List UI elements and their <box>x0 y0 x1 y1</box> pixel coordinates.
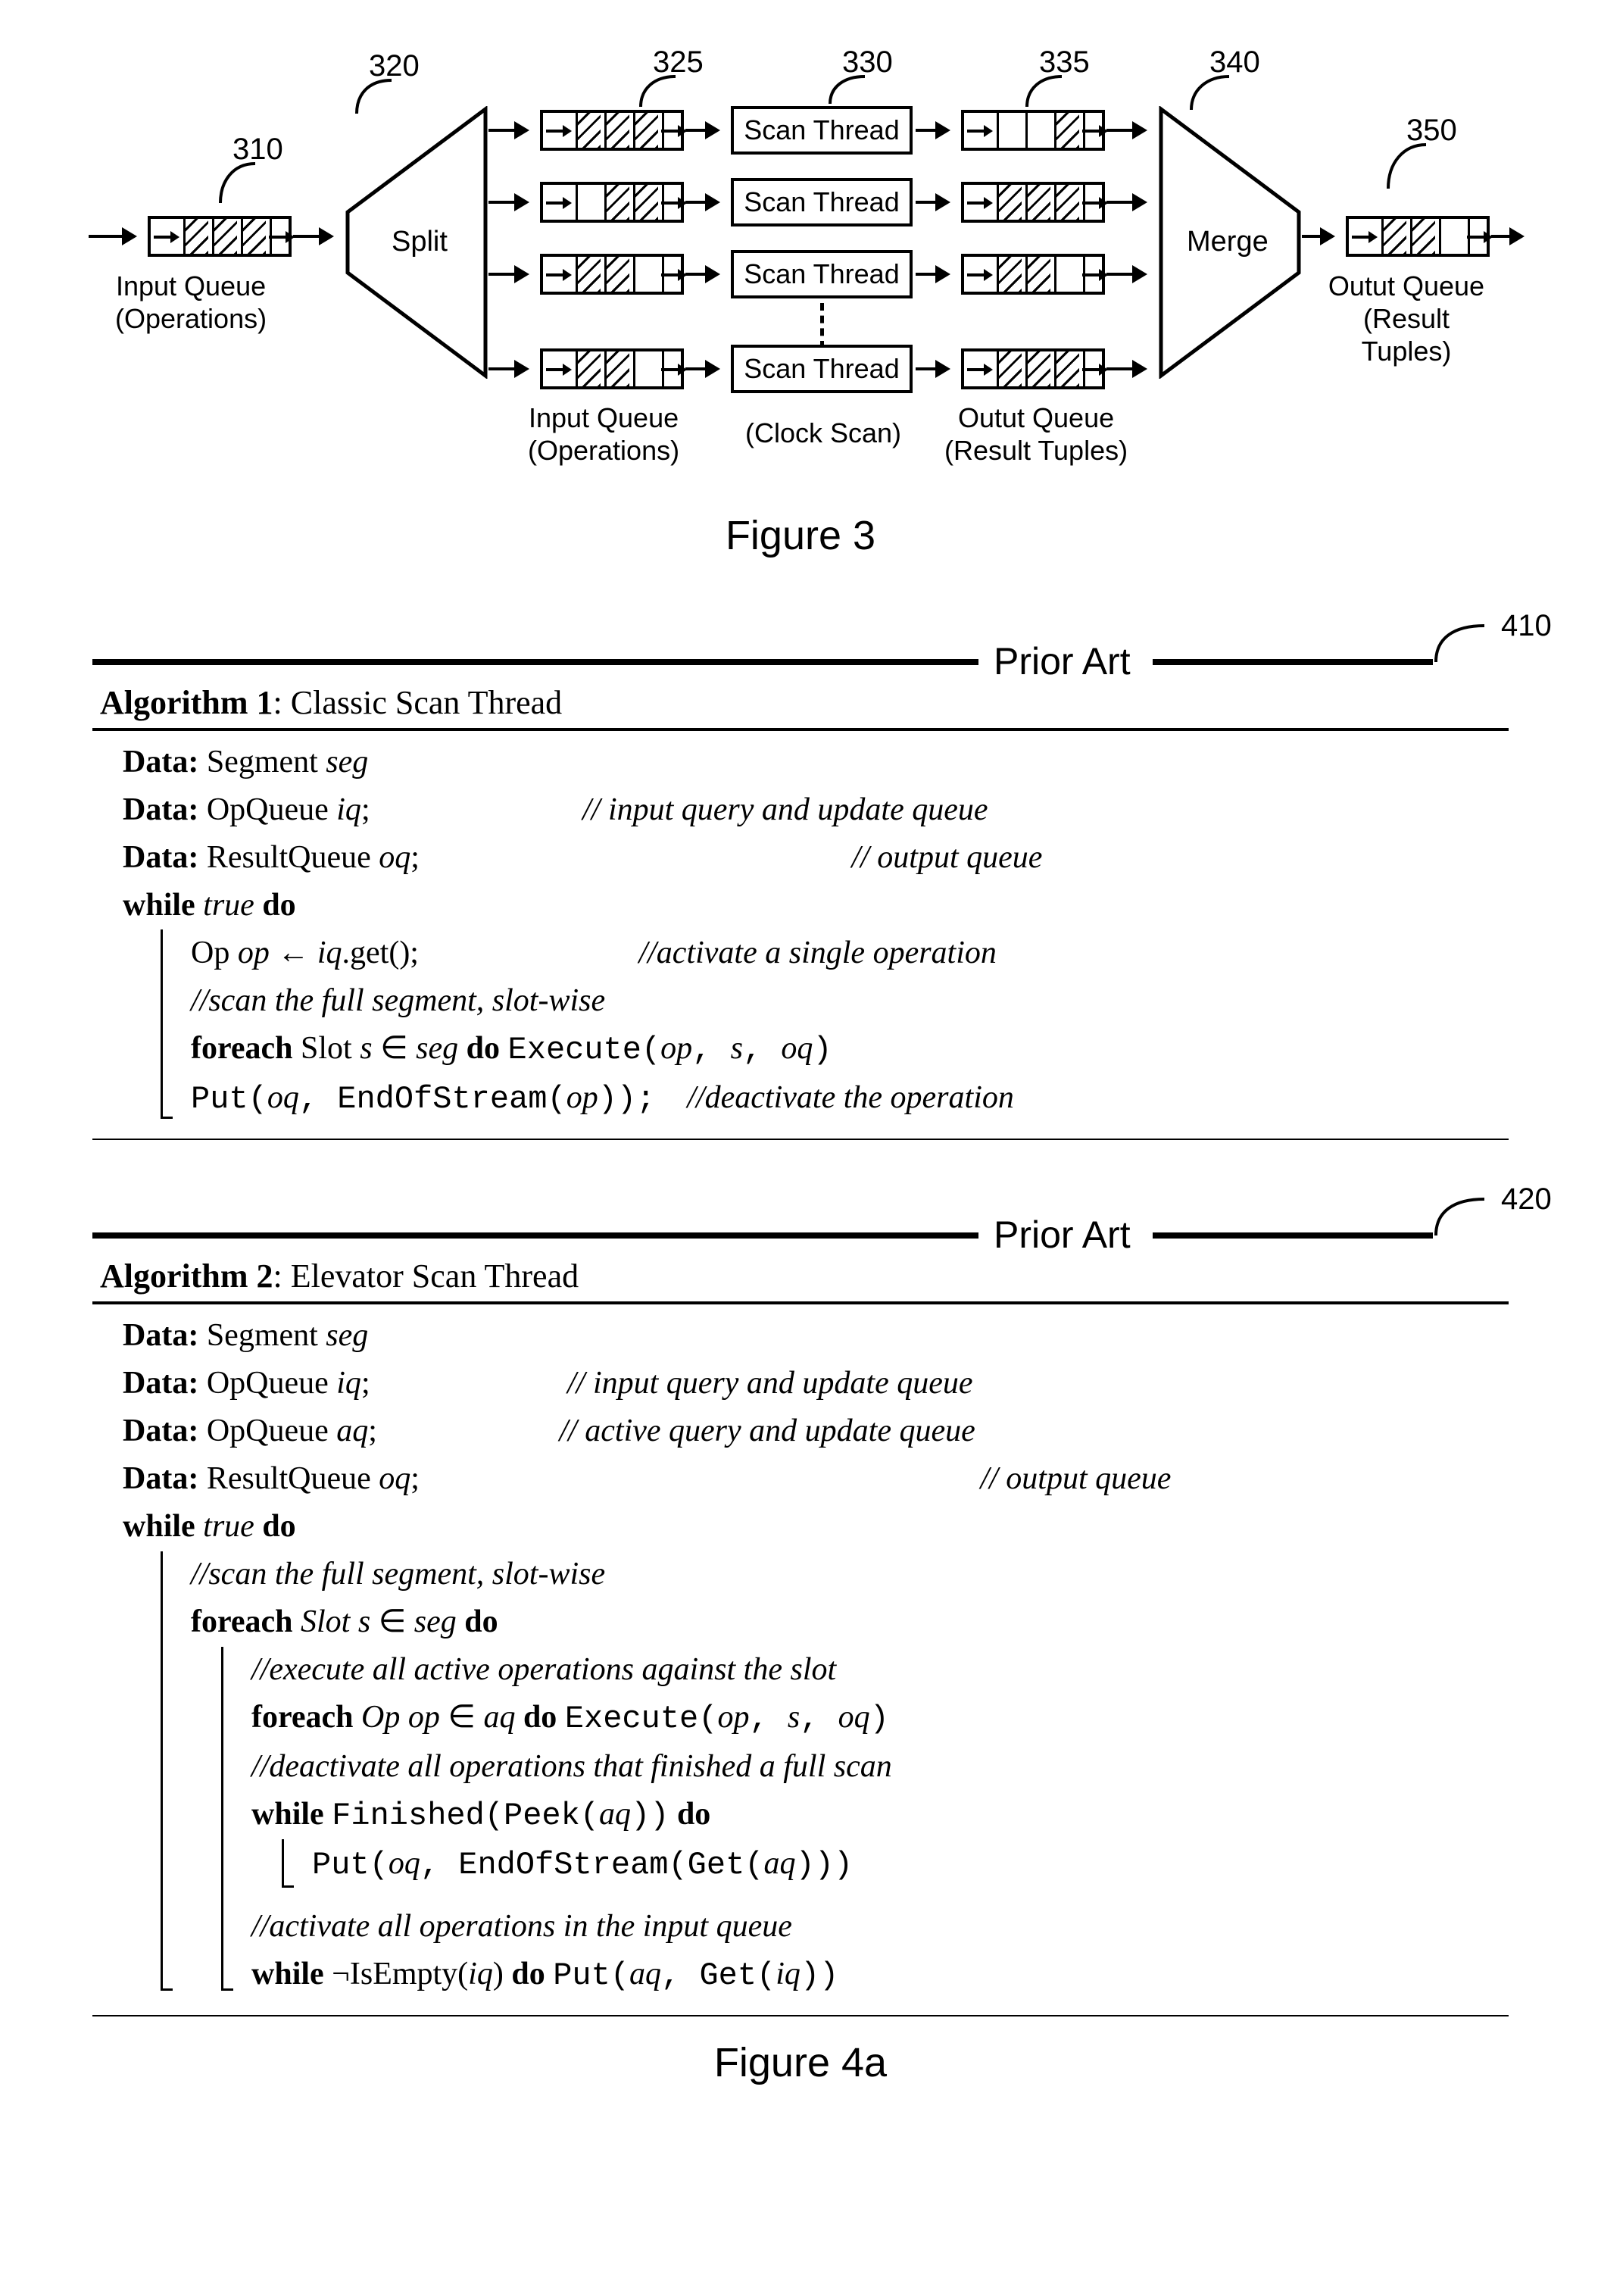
out-queue-r1 <box>961 110 1105 151</box>
mid-out-label: Outut Queue(Result Tuples) <box>944 401 1128 467</box>
arrow-out <box>1491 235 1521 238</box>
arrow-r2a <box>488 201 526 204</box>
ref-410: 410 <box>1501 609 1552 643</box>
mid-in-label: Input Queue(Operations) <box>528 401 679 467</box>
in-queue-r3 <box>540 254 684 295</box>
out-queue-r4 <box>961 348 1105 389</box>
algorithm-2-title: Algorithm 2: Elevator Scan Thread <box>92 1252 1509 1304</box>
algorithm-1-bottom-rule <box>92 1139 1509 1140</box>
figure-4a-caption: Figure 4a <box>61 2039 1540 2086</box>
algorithm-2: Prior Art 420 Algorithm 2: Elevator Scan… <box>92 1216 1509 2016</box>
algorithm-1-body: Data: Segment seg Data: OpQueue iq; // i… <box>92 731 1509 1134</box>
ellipsis-dashes <box>820 303 824 348</box>
bracket-foreach <box>221 1647 223 1991</box>
arrow-r2b <box>685 201 717 204</box>
arrow-r4d <box>1106 367 1144 370</box>
lead-350 <box>1376 140 1437 197</box>
figure-3-caption: Figure 3 <box>61 512 1540 559</box>
lead-420 <box>1431 1193 1500 1246</box>
arrow-r1b <box>685 129 717 132</box>
algorithm-2-body: Data: Segment seg Data: OpQueue iq; // i… <box>92 1304 1509 2010</box>
scan-thread-r4: Scan Thread <box>731 345 913 393</box>
arrow-r2d <box>1106 201 1144 204</box>
output-queue <box>1346 216 1490 257</box>
bracket-while <box>161 929 163 1119</box>
prior-art-bar-2: Prior Art 420 <box>92 1216 1509 1252</box>
algorithm-1: Prior Art 410 Algorithm 1: Classic Scan … <box>92 642 1509 1140</box>
lead-330 <box>819 72 880 110</box>
arrow-r3a <box>488 273 526 276</box>
arrow-r1a <box>488 129 526 132</box>
arrow-input-to-split <box>293 235 331 238</box>
scan-thread-r2: Scan Thread <box>731 178 913 226</box>
ref-420: 420 <box>1501 1182 1552 1217</box>
out-queue-r2 <box>961 182 1105 223</box>
arrow-merge-to-output <box>1302 235 1332 238</box>
split-label: Split <box>392 226 448 258</box>
algorithm-2-bottom-rule <box>92 2015 1509 2016</box>
lead-335 <box>1016 72 1077 114</box>
merge-label: Merge <box>1187 226 1269 258</box>
in-queue-r2 <box>540 182 684 223</box>
lead-310 <box>210 159 270 212</box>
input-queue <box>148 216 292 257</box>
scan-thread-r1: Scan Thread <box>731 106 913 155</box>
scan-thread-r3: Scan Thread <box>731 250 913 298</box>
arrow-r1c <box>916 129 947 132</box>
arrow-r3d <box>1106 273 1144 276</box>
bracket-while-outer <box>161 1551 163 1991</box>
arrow-r4a <box>488 367 526 370</box>
in-queue-r1 <box>540 110 684 151</box>
arrow-r4c <box>916 367 947 370</box>
arrow-r3c <box>916 273 947 276</box>
bracket-inner-while <box>282 1839 284 1888</box>
algorithm-1-title: Algorithm 1: Classic Scan Thread <box>92 679 1509 731</box>
lead-410 <box>1431 620 1500 673</box>
mid-center-label: (Clock Scan) <box>740 417 907 449</box>
figure-3: 310 320 325 330 335 340 350 Input Q <box>104 45 1497 508</box>
input-queue-label: Input Queue(Operations) <box>115 270 267 335</box>
lead-325 <box>630 72 691 114</box>
arrow-r2c <box>916 201 947 204</box>
arrow-r3b <box>685 273 717 276</box>
arrow-r4b <box>685 367 717 370</box>
prior-art-bar-1: Prior Art 410 <box>92 642 1509 679</box>
in-queue-r4 <box>540 348 684 389</box>
arrow-r1d <box>1106 129 1144 132</box>
output-queue-label: Outut Queue(Result Tuples) <box>1315 270 1497 368</box>
out-queue-r3 <box>961 254 1105 295</box>
arrow-into-input-queue <box>89 235 134 238</box>
